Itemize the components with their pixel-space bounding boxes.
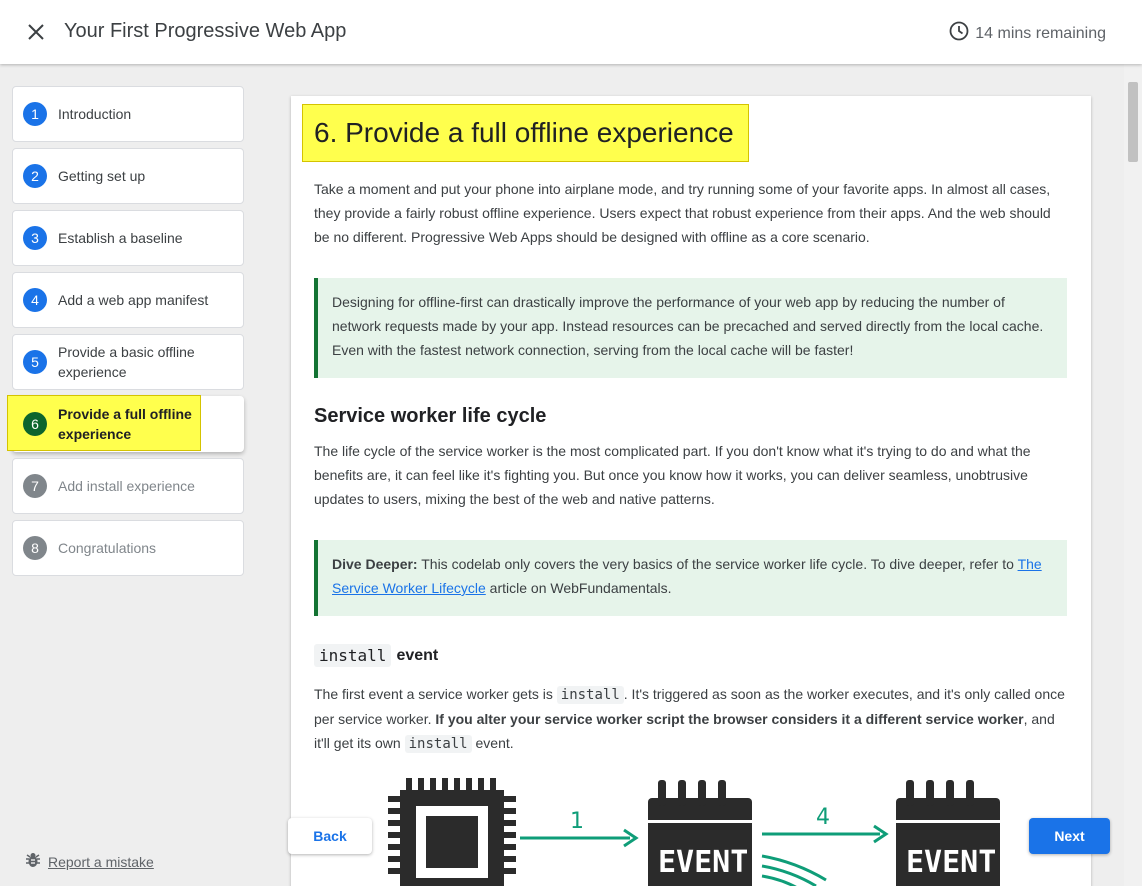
install-code: install bbox=[404, 735, 472, 753]
step-label: Establish a baseline bbox=[58, 230, 183, 246]
bold-text: If you alter your service worker script … bbox=[435, 711, 1024, 727]
dive-deeper-label: Dive Deeper: bbox=[332, 556, 418, 572]
next-button[interactable]: Next bbox=[1029, 818, 1110, 854]
callout-text-end: article on WebFundamentals. bbox=[485, 580, 672, 596]
step-introduction[interactable]: 1 Introduction bbox=[12, 86, 244, 142]
event-icon: EVENT bbox=[896, 780, 1000, 886]
install-code: install bbox=[314, 644, 392, 667]
chip-icon bbox=[388, 778, 516, 886]
lifecycle-paragraph: The life cycle of the service worker is … bbox=[314, 443, 1031, 507]
step-establish-baseline[interactable]: 3 Establish a baseline bbox=[12, 210, 244, 266]
page-title: 6. Provide a full offline experience bbox=[314, 117, 734, 148]
curved-arrows bbox=[761, 854, 827, 886]
report-mistake-text: Report a mistake bbox=[48, 853, 154, 870]
step-label: Add install experience bbox=[58, 478, 195, 494]
scrollbar[interactable] bbox=[1124, 64, 1142, 886]
step-full-offline[interactable]: 6 Provide a full offline experience bbox=[7, 395, 244, 452]
step-label: Introduction bbox=[58, 106, 132, 122]
scrollbar-thumb[interactable] bbox=[1128, 82, 1138, 162]
step-number: 5 bbox=[23, 350, 47, 374]
step-add-install-experience[interactable]: 7 Add install experience bbox=[12, 458, 244, 514]
steps-list: 1 Introduction 2 Getting set up 3 Establ… bbox=[7, 86, 244, 582]
close-icon[interactable] bbox=[24, 20, 48, 44]
clock-icon bbox=[949, 21, 969, 46]
step-number: 4 bbox=[23, 288, 47, 312]
step-congratulations[interactable]: 8 Congratulations bbox=[12, 520, 244, 576]
report-mistake-link[interactable]: Report a mistake bbox=[24, 851, 154, 872]
step-number: 1 bbox=[23, 102, 47, 126]
step-label: Add a web app manifest bbox=[58, 292, 209, 308]
arrow-4: 4 bbox=[762, 805, 889, 844]
arrow-4-label: 4 bbox=[816, 805, 830, 830]
back-button[interactable]: Back bbox=[288, 818, 372, 854]
section-heading: Service worker life cycle bbox=[314, 405, 547, 427]
install-paragraph: The first event a service worker gets is… bbox=[314, 682, 1069, 756]
step-number: 2 bbox=[23, 164, 47, 188]
arrow-1-label: 1 bbox=[570, 809, 584, 834]
event-icon: EVENT bbox=[648, 780, 752, 886]
event-label: EVENT bbox=[658, 845, 748, 880]
callout-text: Designing for offline-first can drastica… bbox=[332, 294, 1044, 358]
step-getting-set-up[interactable]: 2 Getting set up bbox=[12, 148, 244, 204]
step-label: Congratulations bbox=[58, 540, 157, 556]
install-code: install bbox=[556, 686, 624, 704]
lifecycle-diagram: 1 EVENT 4 EVENT bbox=[388, 778, 1000, 886]
step-label: Getting set up bbox=[58, 168, 146, 184]
step-number: 6 bbox=[23, 412, 47, 436]
step-basic-offline[interactable]: 5 Provide a basic offline experience bbox=[12, 334, 244, 390]
dive-deeper-callout: Dive Deeper: This codelab only covers th… bbox=[314, 540, 1067, 616]
text: The first event a service worker gets is bbox=[314, 686, 557, 702]
time-remaining: 14 mins remaining bbox=[949, 21, 1106, 46]
step-label: Provide a full offline experience bbox=[58, 406, 192, 442]
install-heading-text: event bbox=[396, 646, 439, 664]
callout-text: This codelab only covers the very basics… bbox=[417, 556, 1018, 572]
app-title: Your First Progressive Web App bbox=[64, 20, 347, 42]
offline-first-callout: Designing for offline-first can drastica… bbox=[314, 278, 1067, 378]
event-label: EVENT bbox=[906, 845, 996, 880]
codelab-content-card: 6. Provide a full offline experience Tak… bbox=[291, 96, 1091, 886]
install-event-heading: install event bbox=[314, 644, 438, 667]
intro-paragraph: Take a moment and put your phone into ai… bbox=[314, 181, 1051, 245]
text: event. bbox=[471, 735, 514, 751]
top-app-bar: Your First Progressive Web App 14 mins r… bbox=[0, 0, 1142, 64]
time-remaining-text: 14 mins remaining bbox=[975, 24, 1106, 42]
step-add-web-app-manifest[interactable]: 4 Add a web app manifest bbox=[12, 272, 244, 328]
step-number: 3 bbox=[23, 226, 47, 250]
arrow-1: 1 bbox=[520, 809, 639, 848]
step-label: Provide a basic offline experience bbox=[58, 344, 195, 380]
bug-icon bbox=[24, 851, 42, 872]
step-number: 7 bbox=[23, 474, 47, 498]
step-number: 8 bbox=[23, 536, 47, 560]
